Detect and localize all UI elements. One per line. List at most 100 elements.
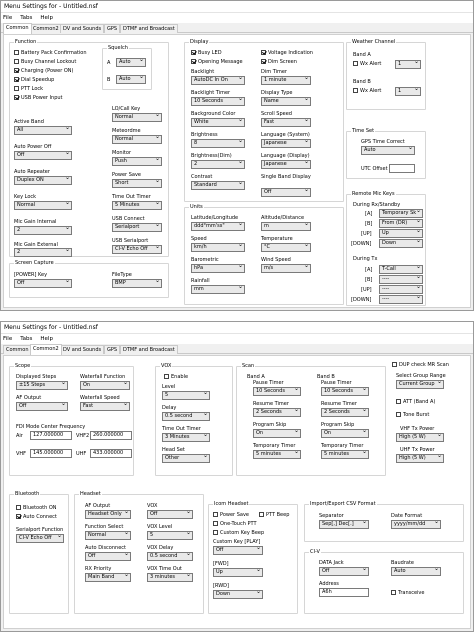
rx-key-down-select[interactable]: Down <box>379 239 423 248</box>
utc-offset-input[interactable] <box>389 164 415 173</box>
squelch-b-select[interactable]: Auto <box>116 75 146 84</box>
uhf-input[interactable]: 433.000000 <box>90 449 132 458</box>
weather-a-select[interactable]: 1 <box>395 60 421 69</box>
menu-tabs[interactable]: Tabs <box>20 15 32 21</box>
rx-key-up-select[interactable]: Up <box>379 229 423 238</box>
display-type-select[interactable]: Name <box>261 97 311 106</box>
backlight-select[interactable]: AutoDC In On <box>191 76 245 85</box>
menu-tabs[interactable]: Tabs <box>20 336 32 342</box>
auto-power-off-select[interactable]: Off <box>14 151 72 160</box>
head-set-select[interactable]: Other <box>162 454 210 463</box>
voltage-indication-checkbox[interactable]: Voltage Indication <box>261 50 313 56</box>
key-lock-select[interactable]: Normal <box>14 201 72 210</box>
language-display-select[interactable]: Japanese <box>261 160 311 169</box>
backlight-timer-select[interactable]: 10 Seconds <box>191 97 245 106</box>
language-system-select[interactable]: Japanese <box>261 139 311 148</box>
ptt-lock-checkbox[interactable]: PTT Lock <box>14 86 43 92</box>
vox-level-select[interactable]: 5 <box>162 391 210 400</box>
dim-screen-checkbox[interactable]: Dim Screen <box>261 59 297 65</box>
custom-key-beep-checkbox[interactable]: Custom Key Beep <box>213 530 264 536</box>
transceive-checkbox[interactable]: Transceive <box>391 590 424 596</box>
rx-key-b-select[interactable]: From (DR) <box>379 219 423 228</box>
b-temporary-timer-select[interactable]: 5 minutes <box>321 450 369 459</box>
power-save-select[interactable]: Short <box>112 179 162 188</box>
charging-checkbox[interactable]: Charging (Power ON) <box>14 68 73 74</box>
separator-select[interactable]: Sep[,] Dec[.] <box>319 520 369 529</box>
busy-led-checkbox[interactable]: Busy LED <box>191 50 222 56</box>
speed-select[interactable]: km/h <box>191 243 245 252</box>
date-format-select[interactable]: yyyy/mm/dd <box>391 520 441 529</box>
rwd-select[interactable]: Down <box>213 590 263 599</box>
vox-enable-checkbox[interactable]: Enable <box>164 374 188 380</box>
tx-key-down-select[interactable]: ---- <box>379 295 423 304</box>
waterfall-function-select[interactable]: On <box>80 381 130 390</box>
busy-channel-lockout-checkbox[interactable]: Busy Channel Lockout <box>14 59 76 65</box>
dial-speedup-checkbox[interactable]: Dial Speedup <box>14 77 54 83</box>
fwd-select[interactable]: Up <box>213 568 263 577</box>
barometric-select[interactable]: hPa <box>191 264 245 273</box>
wx-alert-a-checkbox[interactable]: Wx Alert <box>353 61 381 67</box>
tx-key-b-select[interactable]: ---- <box>379 275 423 284</box>
weather-b-select[interactable]: 1 <box>395 87 421 96</box>
menu-help[interactable]: Help <box>40 15 53 21</box>
tab-common2[interactable]: Common2 <box>30 24 62 33</box>
dup-check-checkbox[interactable]: DUP check MR Scan <box>392 362 449 368</box>
baudrate-select[interactable]: Auto <box>391 567 441 576</box>
menu-file[interactable]: File <box>3 336 12 342</box>
contrast-select[interactable]: Standard <box>191 181 245 190</box>
rainfall-select[interactable]: mm <box>191 285 245 294</box>
background-color-select[interactable]: White <box>191 118 245 127</box>
scroll-speed-select[interactable]: Fast <box>261 118 311 127</box>
att-band-a-checkbox[interactable]: ATT (Band A) <box>396 399 435 405</box>
latlon-select[interactable]: ddd°mm'ss" <box>191 222 245 231</box>
auto-repeater-select[interactable]: Duplex ON <box>14 176 72 185</box>
power-key-select[interactable]: Off <box>14 279 72 288</box>
monitor-select[interactable]: Push <box>112 157 162 166</box>
air-input[interactable]: 127.000000 <box>30 431 72 440</box>
filetype-select[interactable]: BMP <box>112 279 162 288</box>
active-band-select[interactable]: All <box>14 126 72 135</box>
tab-dtmf[interactable]: DTMF and Broadcast <box>120 345 178 354</box>
time-out-timer-select[interactable]: 5 Minutes <box>112 201 162 210</box>
vhf2-input[interactable]: 260.000000 <box>90 431 132 440</box>
tab-gps[interactable]: GPS <box>104 345 121 354</box>
lo-call-key-select[interactable]: Normal <box>112 113 162 122</box>
rx-key-a-select[interactable]: Temporary Sk <box>379 209 423 218</box>
tx-key-up-select[interactable]: ---- <box>379 285 423 294</box>
uhf-tx-power-select[interactable]: High (5 W) <box>396 454 444 463</box>
battery-pack-checkbox[interactable]: Battery Pack Confirmation <box>14 50 87 56</box>
vhf-input[interactable]: 145.000000 <box>30 449 72 458</box>
custom-key-play-select[interactable]: Off <box>213 546 263 555</box>
wind-speed-select[interactable]: m/s <box>261 264 311 273</box>
mic-gain-internal-select[interactable]: 2 <box>14 226 72 235</box>
address-input[interactable]: A6h <box>319 588 369 597</box>
hs-function-select-select[interactable]: Normal <box>85 531 131 540</box>
tab-dtmf[interactable]: DTMF and Broadcast <box>120 24 178 33</box>
gps-time-correct-select[interactable]: Auto <box>361 146 415 155</box>
hs-vox-select[interactable]: Off <box>147 510 193 519</box>
bluetooth-on-checkbox[interactable]: Bluetooth ON <box>16 505 57 511</box>
a-temporary-timer-select[interactable]: 5 minutes <box>253 450 301 459</box>
tab-common[interactable]: Common <box>3 23 32 34</box>
a-resume-timer-select[interactable]: 2 Seconds <box>253 408 301 417</box>
tx-key-a-select[interactable]: T-Call <box>379 265 423 274</box>
hs-vox-delay-select[interactable]: 0.5 second <box>147 552 193 561</box>
wx-alert-b-checkbox[interactable]: Wx Alert <box>353 88 381 94</box>
tab-common[interactable]: Common <box>3 345 32 354</box>
select-group-range-select[interactable]: Current Group <box>396 380 444 389</box>
displayed-steps-select[interactable]: ±15 Steps <box>16 381 68 390</box>
mic-gain-external-select[interactable]: 2 <box>14 248 72 257</box>
brightness-select[interactable]: 8 <box>191 139 245 148</box>
b-resume-timer-select[interactable]: 2 Seconds <box>321 408 369 417</box>
tab-dv-sounds[interactable]: DV and Sounds <box>60 24 105 33</box>
hs-auto-disconnect-select[interactable]: Off <box>85 552 131 561</box>
usb-serialport-select[interactable]: CI-V Echo Off <box>112 245 162 254</box>
vhf-tx-power-select[interactable]: High (5 W) <box>396 433 444 442</box>
usb-power-input-checkbox[interactable]: USB Power Input <box>14 95 63 101</box>
power-save-checkbox[interactable]: Power Save <box>213 512 249 518</box>
auto-connect-checkbox[interactable]: Auto Connect <box>16 514 57 520</box>
tone-burst-checkbox[interactable]: Tone Burst <box>396 412 429 418</box>
tab-dv-sounds[interactable]: DV and Sounds <box>60 345 105 354</box>
meteordme-select[interactable]: Normal <box>112 135 162 144</box>
opening-message-checkbox[interactable]: Opening Message <box>191 59 243 65</box>
